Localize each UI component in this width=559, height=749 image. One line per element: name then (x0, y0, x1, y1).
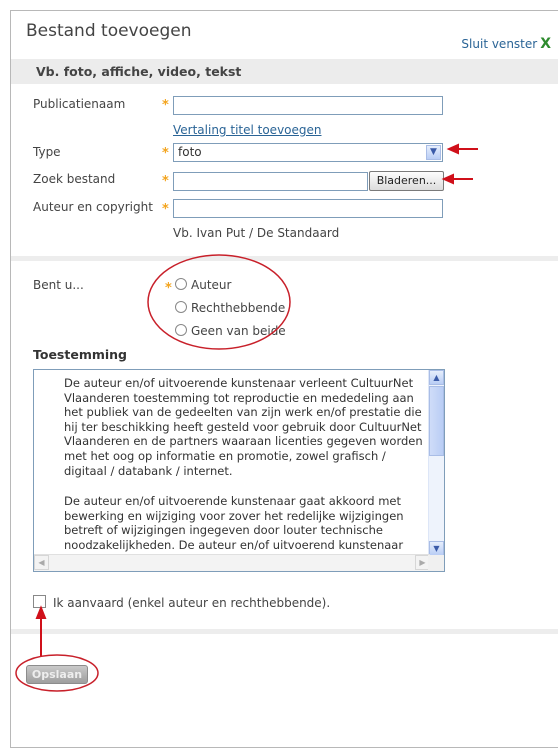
file-label: Zoek bestand (33, 172, 116, 186)
role-label: Bent u... (33, 278, 84, 292)
dialog-title: Bestand toevoegen (26, 21, 192, 41)
browse-button[interactable]: Bladeren... (369, 171, 444, 191)
consent-text: De auteur en/of uitvoerende kunstenaar v… (64, 376, 424, 569)
scroll-left-icon[interactable]: ◀ (34, 555, 49, 570)
required-star: * (162, 174, 169, 189)
close-label: Sluit venster (461, 37, 538, 51)
role-option-geen[interactable]: Geen van beide (175, 324, 286, 338)
required-star: * (165, 281, 172, 296)
type-label: Type (33, 145, 61, 159)
close-icon[interactable]: X (540, 36, 551, 52)
scroll-down-icon[interactable]: ▼ (429, 541, 444, 556)
subtitle: Vb. foto, affiche, video, tekst (36, 64, 242, 79)
close-window-link[interactable]: Sluit venster X (461, 36, 551, 52)
consent-textarea[interactable]: De auteur en/of uitvoerende kunstenaar v… (33, 369, 445, 572)
required-star: * (162, 98, 169, 113)
radio-button[interactable] (175, 278, 187, 290)
author-label: Auteur en copyright (33, 200, 153, 214)
required-star: * (162, 202, 169, 217)
publication-label: Publicatienaam (33, 97, 126, 111)
accept-checkbox[interactable] (33, 595, 46, 608)
chevron-down-icon[interactable]: ▼ (426, 145, 441, 160)
translate-title-link[interactable]: Vertaling titel toevoegen (173, 123, 322, 137)
accept-label: Ik aanvaard (enkel auteur en rechthebben… (53, 596, 331, 610)
scrollbar-corner (428, 555, 444, 571)
section-divider (11, 629, 558, 634)
author-hint: Vb. Ivan Put / De Standaard (173, 226, 340, 240)
subtitle-bar: Vb. foto, affiche, video, tekst (11, 59, 558, 84)
consent-paragraph: De auteur en/of uitvoerende kunstenaar v… (64, 376, 423, 478)
scrollbar-thumb[interactable] (429, 386, 444, 456)
file-path-input[interactable] (173, 172, 368, 191)
role-option-label: Auteur (191, 278, 232, 292)
role-option-rechthebbende[interactable]: Rechthebbende (175, 301, 285, 315)
publication-input[interactable] (173, 96, 443, 115)
accept-terms-row[interactable]: Ik aanvaard (enkel auteur en rechthebben… (33, 595, 330, 610)
type-select[interactable]: foto ▼ (173, 143, 443, 162)
scroll-up-icon[interactable]: ▲ (429, 370, 444, 385)
radio-button[interactable] (175, 324, 187, 336)
radio-button[interactable] (175, 301, 187, 313)
consent-heading: Toestemming (33, 347, 128, 362)
section-divider (11, 256, 558, 261)
role-option-auteur[interactable]: Auteur (175, 278, 231, 292)
role-option-label: Geen van beide (191, 324, 286, 338)
save-button[interactable]: Opslaan (26, 665, 88, 684)
horizontal-scrollbar[interactable]: ◀ ▶ (34, 554, 430, 571)
type-selected-value: foto (178, 145, 202, 159)
consent-paragraph: De auteur en/of uitvoerende kunstenaar g… (64, 494, 404, 552)
vertical-scrollbar[interactable]: ▲ ▼ (428, 370, 444, 556)
required-star: * (162, 146, 169, 161)
author-input[interactable] (173, 199, 443, 218)
role-option-label: Rechthebbende (191, 301, 286, 315)
